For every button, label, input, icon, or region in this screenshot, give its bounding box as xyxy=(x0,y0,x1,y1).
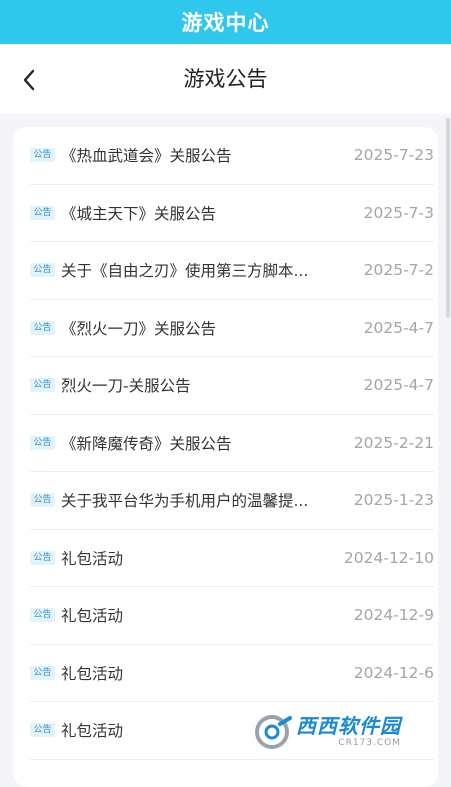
announcement-title: 礼包活动 xyxy=(61,607,124,626)
page-title: 游戏公告 xyxy=(183,67,268,91)
announcement-badge: 公告 xyxy=(30,665,55,680)
announcement-row[interactable]: 公告 烈火一刀-关服公告 2025-4-7 xyxy=(30,357,434,415)
announcement-badge: 公告 xyxy=(30,148,55,163)
announcement-title: 《城主天下》关服公告 xyxy=(61,204,217,223)
announcement-date: 2025-4-7 xyxy=(363,318,434,337)
announcement-row[interactable]: 公告 《热血武道会》关服公告 2025-7-23 xyxy=(30,127,434,185)
announcement-title: 《热血武道会》关服公告 xyxy=(61,147,232,166)
announcement-date: 2024-12-9 xyxy=(353,606,434,625)
watermark: 西西软件园 CR173.COM xyxy=(250,712,432,752)
announcement-badge: 公告 xyxy=(30,550,55,565)
announcement-row[interactable]: 公告 《烈火一刀》关服公告 2025-4-7 xyxy=(30,300,434,357)
announcement-badge: 公告 xyxy=(30,493,55,508)
announcement-badge: 公告 xyxy=(30,723,55,738)
announcement-date: 2025-2-21 xyxy=(353,433,434,452)
announcement-date: 2024-12-6 xyxy=(353,663,434,682)
announcement-row[interactable]: 公告 《新降魔传奇》关服公告 2025-2-21 xyxy=(30,415,434,472)
announcement-badge: 公告 xyxy=(30,435,55,450)
announcement-date: 2024-12-10 xyxy=(343,548,434,567)
announcement-list: 公告 《热血武道会》关服公告 2025-7-23 公告 《城主天下》关服公告 2025-7… xyxy=(30,127,434,760)
watermark-brand: 西西软件园 xyxy=(296,714,401,738)
announcement-row[interactable]: 公告 《城主天下》关服公告 2025-7-3 xyxy=(30,185,434,242)
announcement-row[interactable]: 公告 礼包活动 2024-12-10 xyxy=(30,530,434,587)
announcement-title: 《新降魔传奇》关服公告 xyxy=(61,434,232,453)
announcement-title: 烈火一刀-关服公告 xyxy=(61,377,191,396)
watermark-logo-icon xyxy=(255,715,292,749)
announcement-row[interactable]: 公告 礼包活动 2024-12-6 xyxy=(30,645,434,702)
announcement-title: 关于我平台华为手机用户的温馨提... xyxy=(61,492,309,511)
announcement-date: 2025-7-3 xyxy=(363,203,434,222)
announcement-badge: 公告 xyxy=(30,608,55,623)
page-header: 游戏公告 xyxy=(0,44,451,114)
watermark-url: CR173.COM xyxy=(338,738,401,748)
app-title-bar: 游戏中心 xyxy=(0,0,451,44)
announcement-row[interactable]: 公告 关于我平台华为手机用户的温馨提... 2025-1-23 xyxy=(30,472,434,530)
announcement-date: 2025-1-23 xyxy=(353,491,434,510)
announcement-row[interactable]: 公告 礼包活动 2024-12-9 xyxy=(30,587,434,645)
scrollbar[interactable] xyxy=(446,118,450,318)
announcement-badge: 公告 xyxy=(30,320,55,335)
announcement-title: 关于《自由之刃》使用第三方脚本... xyxy=(61,262,309,281)
announcement-title: 礼包活动 xyxy=(61,664,124,683)
announcement-title: 《烈火一刀》关服公告 xyxy=(61,319,217,338)
announcement-badge: 公告 xyxy=(30,378,55,393)
announcement-badge: 公告 xyxy=(30,263,55,278)
announcement-title: 礼包活动 xyxy=(61,549,124,568)
app-title: 游戏中心 xyxy=(181,11,270,35)
announcement-date: 2025-4-7 xyxy=(363,376,434,395)
announcement-date: 2025-7-23 xyxy=(353,146,434,165)
announcement-date: 2025-7-2 xyxy=(363,261,434,280)
announcement-row[interactable]: 公告 关于《自由之刃》使用第三方脚本... 2025-7-2 xyxy=(30,242,434,300)
announcement-badge: 公告 xyxy=(30,205,55,220)
announcement-card: 公告 《热血武道会》关服公告 2025-7-23 公告 《城主天下》关服公告 2025-7… xyxy=(13,127,438,787)
